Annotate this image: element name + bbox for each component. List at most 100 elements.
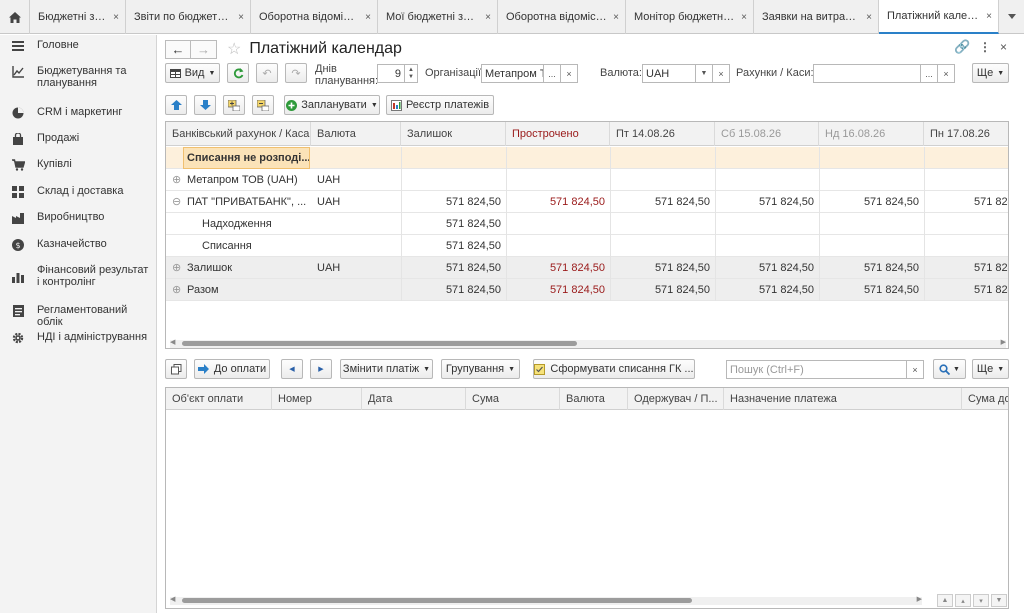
col-header-day-2[interactable]: Сб 15.08.26 <box>715 122 819 146</box>
org-choose-button[interactable]: ... <box>544 64 561 83</box>
expand-icon[interactable]: ⊕ <box>172 169 182 191</box>
forward-button[interactable]: → <box>191 39 217 59</box>
move-up-button[interactable] <box>165 95 187 115</box>
close-icon[interactable]: × <box>741 12 747 23</box>
col-header-object[interactable]: Об'єкт оплати <box>166 388 272 410</box>
col-header-account[interactable]: Банківський рахунок / Каса <box>166 122 311 146</box>
prev-button[interactable]: ◀ <box>281 359 303 379</box>
org-input[interactable]: Метапром Т <box>481 64 544 83</box>
tab-budget-monitor[interactable]: Монітор бюджетних... × <box>626 0 754 34</box>
sidebar-item-treasury[interactable]: $ Казначейство <box>0 238 113 252</box>
table-row[interactable]: ⊕ Разом 571 824,50 571 824,50 571 824,50… <box>166 279 1008 301</box>
view-button[interactable]: Вид ▼ <box>165 63 220 83</box>
close-icon[interactable]: × <box>986 11 992 22</box>
tab-turnover-2[interactable]: Оборотна відомість... × <box>498 0 626 34</box>
sidebar-item-production[interactable]: Виробництво <box>0 211 110 225</box>
col-header-currency[interactable]: Валюта <box>560 388 628 410</box>
tab-turnover-1[interactable]: Оборотна відомість... × <box>251 0 378 34</box>
to-payment-button[interactable]: До оплати <box>194 359 270 379</box>
tab-payment-calendar[interactable]: Платіжний календар × <box>879 0 999 34</box>
payment-registry-button[interactable]: Реєстр платежів <box>386 95 494 115</box>
sidebar-item-main[interactable]: Головне <box>0 39 85 53</box>
next-row-icon[interactable]: ▾ <box>973 594 989 607</box>
form-writeoff-button[interactable]: Сформувати списання ГК ... <box>533 359 695 379</box>
table-row[interactable]: ⊕ Метапром ТОВ (UAH) UAH <box>166 169 1008 191</box>
sidebar-item-budgeting[interactable]: Бюджетування та планування <box>0 65 157 89</box>
sidebar-item-sales[interactable]: Продажі <box>0 132 85 146</box>
search-button[interactable]: ▼ <box>933 359 966 379</box>
currency-clear-button[interactable]: × <box>713 64 730 83</box>
sidebar-item-crm[interactable]: CRM і маркетинг <box>0 106 128 120</box>
sidebar-item-regulated[interactable]: Регламентований облік <box>0 304 156 328</box>
scroll-right-icon[interactable]: ▶ <box>917 595 922 603</box>
change-payment-button[interactable]: Змінити платіж ▼ <box>340 359 433 379</box>
redo-button[interactable]: ↷ <box>285 63 307 83</box>
back-button[interactable]: ← <box>165 39 191 59</box>
tab-my-budget-tasks[interactable]: Мої бюджетні задачі × <box>378 0 498 34</box>
move-down-button[interactable] <box>194 95 216 115</box>
last-row-icon[interactable]: ▼ <box>991 594 1007 607</box>
col-header-sum-to[interactable]: Сума до <box>962 388 1008 410</box>
grouping-button[interactable]: Групування ▼ <box>441 359 520 379</box>
col-header-currency[interactable]: Валюта <box>311 122 401 146</box>
search-clear-button[interactable]: × <box>907 360 924 379</box>
scroll-left-icon[interactable]: ◀ <box>170 338 175 346</box>
plan-button[interactable]: Запланувати ▼ <box>284 95 380 115</box>
col-header-balance[interactable]: Залишок <box>401 122 506 146</box>
link-icon[interactable]: 🔗 <box>954 39 970 55</box>
sidebar-item-purchases[interactable]: Купівлі <box>0 158 78 172</box>
currency-input[interactable]: UAH <box>642 64 696 83</box>
col-header-date[interactable]: Дата <box>362 388 466 410</box>
table-row[interactable]: ⊕ Залишок UAH 571 824,50 571 824,50 571 … <box>166 257 1008 279</box>
tab-budget-by-reports[interactable]: Звіти по бюджетува... × <box>126 0 251 34</box>
sidebar-item-admin[interactable]: НДІ і адміністрування <box>0 331 153 345</box>
expand-icon[interactable]: ⊕ <box>172 279 182 301</box>
tab-budget-reports[interactable]: Бюджетні звіти × <box>30 0 126 34</box>
close-icon[interactable]: × <box>485 12 491 23</box>
close-icon[interactable]: × <box>613 12 619 23</box>
home-tab[interactable] <box>0 0 30 34</box>
expand-icon[interactable]: ⊕ <box>172 257 182 279</box>
close-icon[interactable]: × <box>365 12 371 23</box>
table-row[interactable]: Списання 571 824,50 <box>166 235 1008 257</box>
more-button[interactable]: Ще ▼ <box>972 63 1009 83</box>
scrollbar-thumb[interactable] <box>182 341 577 346</box>
table-row[interactable]: Списання не розподі... <box>166 147 1008 169</box>
accounts-choose-button[interactable]: ... <box>921 64 938 83</box>
scroll-right-icon[interactable]: ▶ <box>1001 338 1006 346</box>
collapse-button[interactable] <box>252 95 274 115</box>
table-row[interactable]: ⊖ ПАТ "ПРИВАТБАНК", ... UAH 571 824,50 5… <box>166 191 1008 213</box>
col-header-day-3[interactable]: Нд 16.08.26 <box>819 122 924 146</box>
collapse-icon[interactable]: ⊖ <box>172 191 182 213</box>
horizontal-scrollbar-2[interactable]: ◀ ▶ <box>170 595 922 605</box>
scrollbar-thumb[interactable] <box>182 598 692 603</box>
next-button[interactable]: ▶ <box>310 359 332 379</box>
favorite-star-icon[interactable]: ☆ <box>227 39 241 59</box>
tab-expense-requests[interactable]: Заявки на витрачан... × <box>754 0 879 34</box>
table-row[interactable]: Надходження 571 824,50 <box>166 213 1008 235</box>
refresh-button[interactable] <box>227 63 249 83</box>
undo-button[interactable]: ↶ <box>256 63 278 83</box>
col-header-day-1[interactable]: Пт 14.08.26 <box>610 122 715 146</box>
expand-button[interactable] <box>223 95 245 115</box>
days-input[interactable]: 9 <box>377 64 405 83</box>
col-header-sum[interactable]: Сума <box>466 388 560 410</box>
col-header-purpose[interactable]: Назначение платежа <box>724 388 962 410</box>
col-header-number[interactable]: Номер <box>272 388 362 410</box>
accounts-input[interactable] <box>813 64 921 83</box>
accounts-clear-button[interactable]: × <box>938 64 955 83</box>
copy-window-button[interactable] <box>165 359 187 379</box>
more-button-2[interactable]: Ще ▼ <box>972 359 1009 379</box>
org-clear-button[interactable]: × <box>561 64 578 83</box>
first-row-icon[interactable]: ▲ <box>937 594 953 607</box>
horizontal-scrollbar[interactable]: ◀ ▶ <box>170 338 1006 348</box>
search-input[interactable]: Пошук (Ctrl+F) <box>726 360 907 379</box>
sidebar-item-warehouse[interactable]: Склад і доставка <box>0 185 129 199</box>
days-stepper[interactable]: ▲ ▼ <box>405 64 418 83</box>
more-vertical-icon[interactable]: ⋮ <box>979 40 991 54</box>
scroll-left-icon[interactable]: ◀ <box>170 595 175 603</box>
close-icon[interactable]: × <box>113 12 119 23</box>
close-icon[interactable]: × <box>238 12 244 23</box>
col-header-recipient[interactable]: Одержувач / П... <box>628 388 724 410</box>
prev-row-icon[interactable]: ▴ <box>955 594 971 607</box>
